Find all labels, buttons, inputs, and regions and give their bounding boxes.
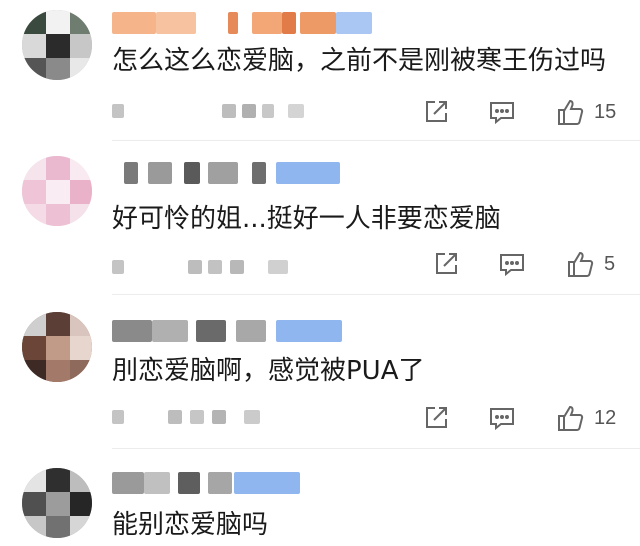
- comment-meta: [112, 260, 312, 274]
- share-icon: [426, 101, 447, 122]
- avatar[interactable]: [22, 312, 92, 382]
- avatar[interactable]: [22, 156, 92, 226]
- share-icon: [426, 407, 447, 428]
- like-button[interactable]: 5: [566, 244, 615, 284]
- comment-icon: [500, 254, 524, 277]
- thumbs-up-icon: [558, 405, 584, 431]
- comment-actions: 15: [320, 92, 640, 132]
- like-button[interactable]: 15: [556, 92, 616, 132]
- comment-actions: 12: [320, 398, 640, 438]
- divider: [112, 140, 640, 141]
- user-badge: [276, 162, 340, 184]
- comment-text: 能别恋爱脑吗: [112, 510, 269, 540]
- reply-button[interactable]: [498, 244, 526, 284]
- share-button[interactable]: [422, 398, 450, 438]
- like-count: 12: [594, 406, 617, 429]
- username[interactable]: [112, 320, 344, 342]
- avatar[interactable]: [22, 468, 92, 538]
- reply-button[interactable]: [488, 92, 516, 132]
- comment-text: 好可怜的姐...挺好一人非要恋爱脑: [112, 204, 501, 234]
- divider: [112, 448, 640, 449]
- comment-icon: [490, 102, 514, 125]
- comment-item: 怎么这么恋爱脑，之前不是刚被寒王伤过吗 15: [0, 0, 640, 148]
- comment-actions: 5: [320, 244, 640, 284]
- comment-item: 能别恋爱脑吗: [0, 452, 640, 546]
- username[interactable]: [112, 162, 342, 184]
- like-button[interactable]: 12: [556, 398, 616, 438]
- comment-item: 好可怜的姐...挺好一人非要恋爱脑 5: [0, 148, 640, 294]
- comment-item: 刖恋爱脑啊，感觉被PUA了 12: [0, 296, 640, 450]
- divider: [112, 294, 640, 295]
- share-icon: [436, 253, 457, 274]
- thumbs-up-icon: [568, 251, 594, 277]
- like-count: 15: [594, 100, 617, 123]
- avatar[interactable]: [22, 10, 92, 80]
- username[interactable]: [112, 12, 372, 34]
- reply-button[interactable]: [488, 398, 516, 438]
- share-button[interactable]: [432, 244, 460, 284]
- user-badge: [234, 472, 300, 494]
- comment-icon: [490, 408, 514, 431]
- comment-meta: [112, 104, 312, 118]
- thumbs-up-icon: [558, 99, 584, 125]
- comment-meta: [112, 410, 312, 424]
- comment-text: 怎么这么恋爱脑，之前不是刚被寒王伤过吗: [112, 46, 607, 76]
- user-badge: [276, 320, 342, 342]
- comment-text: 刖恋爱脑啊，感觉被PUA了: [112, 356, 425, 386]
- share-button[interactable]: [422, 92, 450, 132]
- user-badge: [336, 12, 372, 34]
- like-count: 5: [604, 252, 616, 275]
- username[interactable]: [112, 472, 302, 494]
